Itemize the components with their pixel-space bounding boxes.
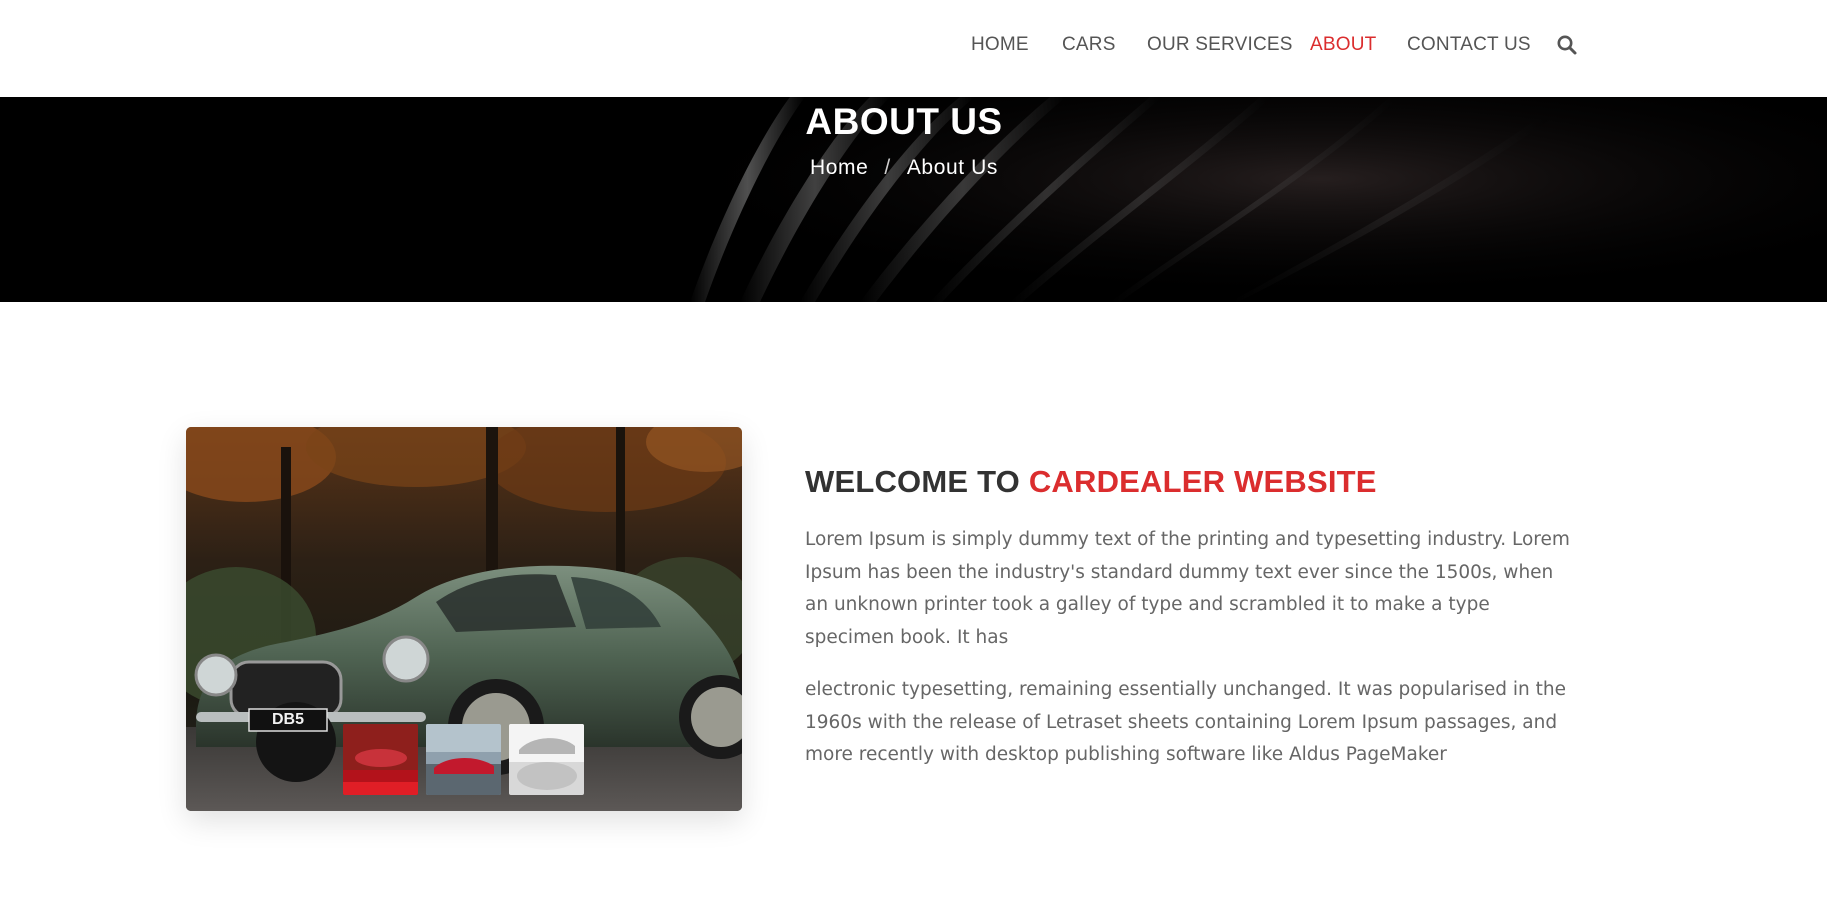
welcome-heading-accent: CARDEALER WEBSITE <box>1028 464 1377 499</box>
about-paragraph-1: Lorem Ipsum is simply dummy text of the … <box>805 529 1570 648</box>
welcome-heading-prefix: WELCOME TO <box>805 464 1020 499</box>
top-navigation: HOME CARS OUR SERVICES ABOUT CONTACT US <box>0 0 1827 97</box>
nav-contact-us[interactable]: CONTACT US <box>1407 34 1531 56</box>
nav-our-services[interactable]: OUR SERVICES <box>1147 34 1293 56</box>
breadcrumb: Home / About Us <box>0 156 1808 180</box>
thumbnail-red-car[interactable] <box>343 724 418 795</box>
breadcrumb-home-link[interactable]: Home <box>810 156 868 179</box>
nav-cars[interactable]: CARS <box>1062 34 1116 56</box>
breadcrumb-separator: / <box>884 156 891 179</box>
nav-home[interactable]: HOME <box>971 34 1029 56</box>
nav-about[interactable]: ABOUT <box>1310 34 1376 56</box>
about-paragraph-2: electronic typesetting, remaining essent… <box>805 679 1567 765</box>
thumbnail-red-sports-car[interactable] <box>426 724 501 795</box>
thumbnail-silver-car[interactable] <box>509 724 584 795</box>
license-plate-text: DB5 <box>271 711 304 728</box>
page-title: ABOUT US <box>805 101 1003 142</box>
welcome-heading: WELCOME TO CARDEALER WEBSITE <box>805 464 1377 500</box>
breadcrumb-current: About Us <box>906 156 999 179</box>
search-icon[interactable] <box>1556 34 1578 56</box>
